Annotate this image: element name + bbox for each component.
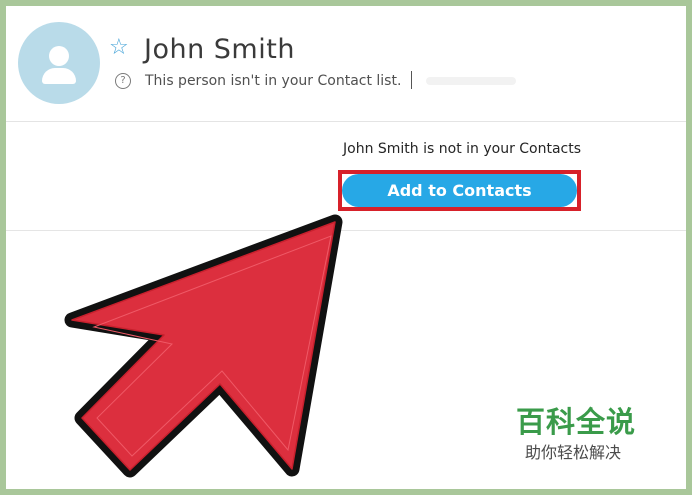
blurred-status-extension — [426, 77, 516, 85]
contact-name: John Smith — [144, 34, 295, 65]
contact-status: This person isn't in your Contact list. — [145, 73, 402, 89]
not-in-contacts-notice: John Smith is not in your Contacts — [343, 141, 582, 157]
watermark-title: 百科全说 — [516, 405, 637, 439]
text-cursor — [411, 71, 412, 89]
question-icon: ? — [115, 73, 131, 89]
star-icon[interactable]: ☆ — [109, 37, 129, 59]
contact-header: ☆ John Smith ? This person isn't in your… — [6, 6, 686, 122]
avatar-head-icon — [49, 46, 69, 66]
screenshot-frame: ☆ John Smith ? This person isn't in your… — [0, 0, 692, 495]
contact-avatar — [18, 22, 100, 104]
red-arrow-icon — [64, 214, 343, 478]
add-to-contacts-button[interactable]: Add to Contacts — [342, 174, 577, 207]
avatar-body-icon — [42, 68, 76, 84]
watermark-subtitle: 助你轻松解决 — [525, 443, 622, 462]
content-divider — [6, 230, 686, 231]
